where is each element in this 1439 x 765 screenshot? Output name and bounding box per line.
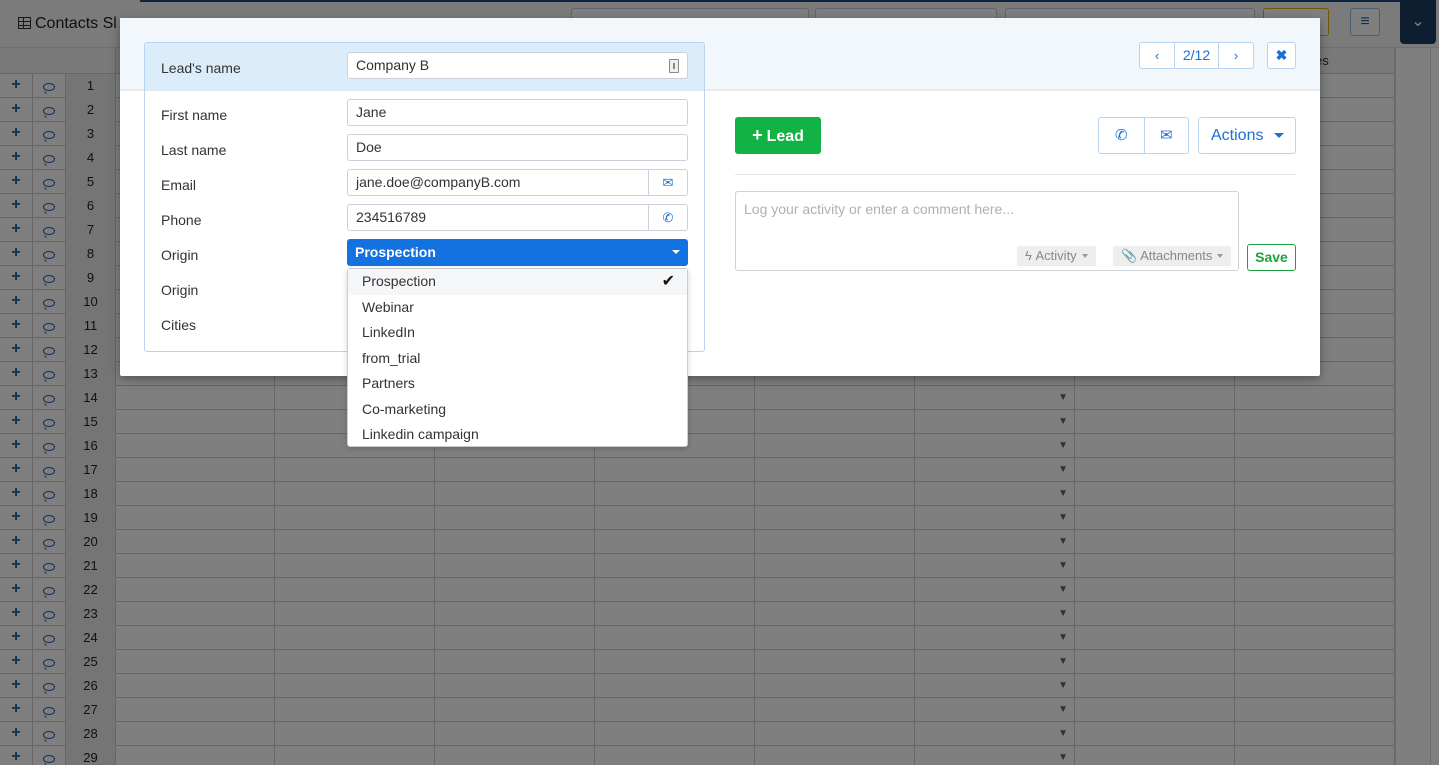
contact-card-icon[interactable] bbox=[669, 59, 679, 73]
envelope-outline-icon: ✉ bbox=[1159, 127, 1173, 144]
caret-down-icon bbox=[672, 250, 680, 254]
lead-name-label: Lead's name bbox=[161, 60, 241, 76]
actions-label: Actions bbox=[1211, 127, 1264, 144]
last-name-label: Last name bbox=[161, 142, 227, 158]
plus-icon: + bbox=[752, 125, 763, 145]
close-modal-button[interactable]: ✖ bbox=[1267, 42, 1296, 69]
previous-record-button[interactable]: ‹ bbox=[1140, 43, 1174, 68]
origin-option[interactable]: LinkedIn bbox=[348, 320, 687, 346]
lead-detail-modal: ‹ 2/12 › ✖ Lead's name Company B First n… bbox=[120, 18, 1320, 376]
origin-option[interactable]: Prospection ✔ bbox=[348, 269, 687, 295]
checkmark-icon: ✔ bbox=[661, 273, 675, 290]
close-icon: ✖ bbox=[1275, 47, 1288, 63]
origin-option[interactable]: from_trial bbox=[348, 346, 687, 372]
origin-option-label: from_trial bbox=[362, 349, 421, 366]
send-email-button[interactable]: ✉ bbox=[649, 169, 688, 196]
activity-type-dropdown[interactable]: ϟ Activity bbox=[1017, 246, 1096, 266]
email-label: Email bbox=[161, 177, 197, 193]
next-record-button[interactable]: › bbox=[1219, 43, 1253, 68]
divider bbox=[735, 174, 1296, 175]
add-lead-label: Lead bbox=[766, 128, 804, 145]
origin-label: Origin bbox=[161, 247, 199, 263]
phone-input[interactable]: 234516789 bbox=[347, 204, 649, 231]
paperclip-icon: 📎 bbox=[1121, 248, 1138, 263]
origin-selected-value: Prospection bbox=[355, 244, 436, 260]
phone-icon: ✆ bbox=[1114, 127, 1128, 144]
lightning-icon: ϟ bbox=[1025, 248, 1032, 263]
origin-2-label: Origin bbox=[161, 282, 199, 298]
caret-down-icon bbox=[1274, 133, 1284, 138]
record-pager: ‹ 2/12 › bbox=[1139, 42, 1254, 69]
comment-placeholder: Log your activity or enter a comment her… bbox=[744, 201, 1015, 217]
caret-down-icon bbox=[1081, 254, 1088, 258]
envelope-icon: ✉ bbox=[662, 175, 674, 190]
activity-comment-input[interactable]: Log your activity or enter a comment her… bbox=[735, 191, 1239, 271]
call-button[interactable]: ✆ bbox=[649, 204, 688, 231]
chevron-left-icon: ‹ bbox=[1154, 48, 1160, 63]
attachments-label: Attachments bbox=[1140, 248, 1213, 263]
phone-icon: ✆ bbox=[662, 210, 674, 225]
record-counter: 2/12 bbox=[1174, 43, 1219, 68]
caret-down-icon bbox=[1217, 254, 1224, 258]
origin-option[interactable]: Partners bbox=[348, 371, 687, 397]
chevron-right-icon: › bbox=[1233, 48, 1239, 63]
email-lead-button[interactable]: ✉ bbox=[1143, 118, 1189, 153]
first-name-label: First name bbox=[161, 107, 228, 123]
origin-option-label: Webinar bbox=[362, 298, 414, 315]
call-lead-button[interactable]: ✆ bbox=[1099, 118, 1144, 153]
lead-name-value: Company B bbox=[356, 57, 430, 73]
lead-name-row: Lead's name Company B bbox=[145, 43, 704, 91]
origin-option[interactable]: Webinar bbox=[348, 295, 687, 321]
origin-option-label: Partners bbox=[362, 375, 415, 391]
save-comment-button[interactable]: Save bbox=[1247, 244, 1296, 271]
origin-option[interactable]: Co-marketing bbox=[348, 397, 687, 423]
first-name-input[interactable]: Jane bbox=[347, 99, 688, 126]
origin-option-label: LinkedIn bbox=[362, 324, 415, 340]
origin-select[interactable]: Prospection bbox=[347, 239, 688, 266]
origin-option[interactable]: Linkedin campaign bbox=[348, 422, 687, 448]
contact-button-group: ✆ ✉ bbox=[1098, 117, 1189, 154]
cities-label: Cities bbox=[161, 317, 197, 333]
add-lead-button[interactable]: + Lead bbox=[735, 117, 821, 154]
origin-options-menu: Prospection ✔ Webinar LinkedIn from_trial Par… bbox=[347, 268, 688, 447]
attachments-dropdown[interactable]: 📎 Attachments bbox=[1113, 246, 1232, 266]
lead-name-input[interactable]: Company B bbox=[347, 52, 688, 79]
phone-label: Phone bbox=[161, 212, 202, 228]
origin-option-label: Co-marketing bbox=[362, 400, 447, 417]
email-input[interactable]: jane.doe@companyB.com bbox=[347, 169, 649, 196]
activity-label: Activity bbox=[1035, 248, 1077, 263]
origin-option-label: Linkedin campaign bbox=[362, 426, 479, 442]
actions-dropdown-button[interactable]: Actions bbox=[1198, 117, 1296, 154]
last-name-input[interactable]: Doe bbox=[347, 134, 688, 161]
origin-option-label: Prospection bbox=[362, 273, 436, 289]
